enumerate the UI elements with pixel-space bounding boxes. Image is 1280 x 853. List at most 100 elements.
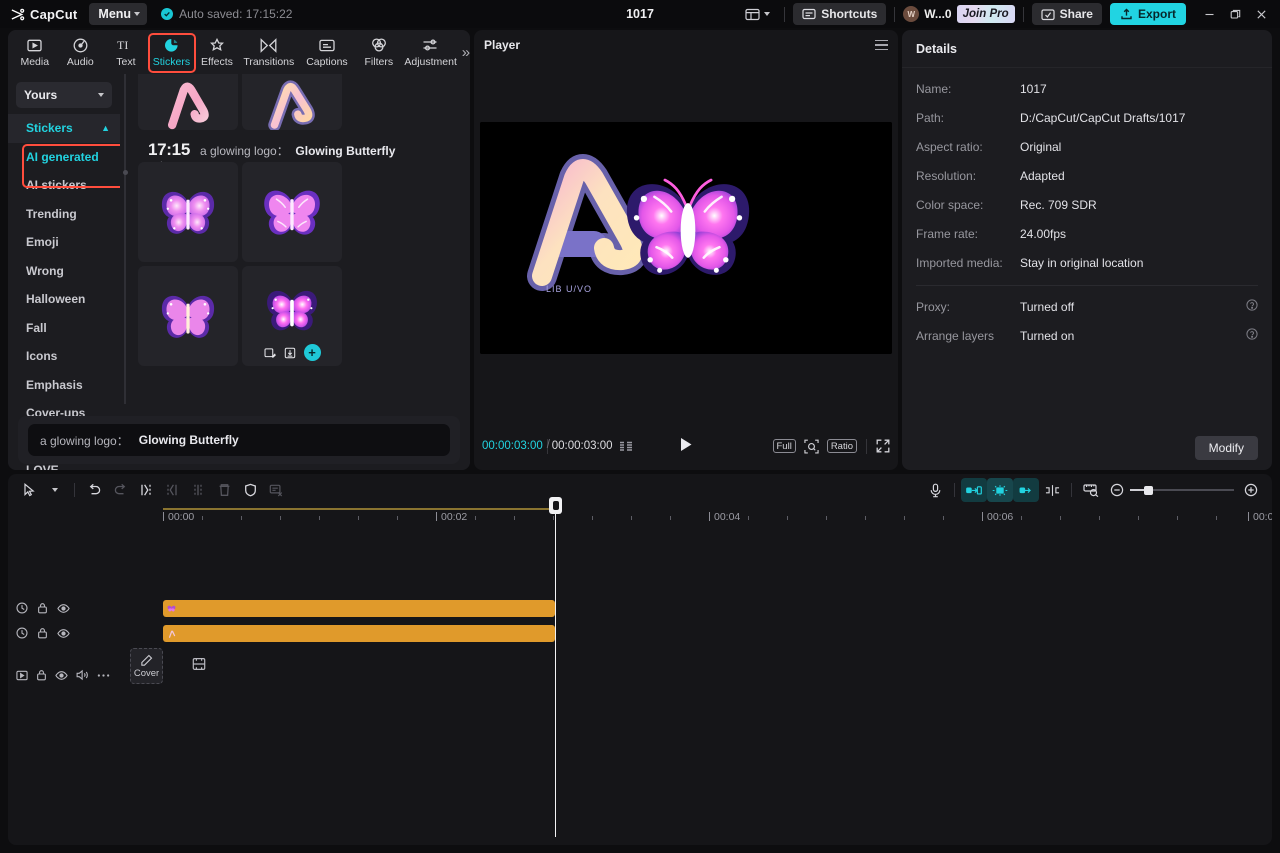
category-fall[interactable]: Fall [8, 314, 120, 343]
eye-icon[interactable] [57, 628, 70, 639]
tab-media[interactable]: Media [12, 32, 58, 72]
playhead-grip[interactable] [549, 497, 562, 514]
share-label: Share [1059, 7, 1093, 21]
sticker-results[interactable]: 17:15 11/04 a glowing logo： Glowing Butt… [120, 74, 470, 470]
lock-icon[interactable] [37, 627, 48, 639]
sticker-thumb-butterfly-2[interactable] [242, 162, 342, 262]
tab-transitions[interactable]: Transitions [240, 32, 298, 72]
layout-switch-button[interactable] [739, 4, 776, 25]
lock-icon[interactable] [37, 602, 48, 614]
tab-filters[interactable]: Filters [356, 32, 402, 72]
volume-icon[interactable] [76, 669, 89, 681]
results-scroll-rail[interactable] [122, 74, 128, 404]
ratio-button[interactable]: Ratio [826, 439, 857, 453]
category-wrong[interactable]: Wrong [8, 257, 120, 286]
category-emoji[interactable]: Emoji [8, 228, 120, 257]
tab-audio[interactable]: Audio [58, 32, 104, 72]
category-trending[interactable]: Trending [8, 200, 120, 229]
zoom-in-icon[interactable] [1238, 478, 1264, 502]
close-button[interactable] [1248, 1, 1274, 27]
keyframe-add-icon[interactable] [987, 478, 1013, 502]
help-icon[interactable] [1246, 328, 1258, 343]
lock-icon[interactable] [36, 669, 47, 681]
source-dropdown[interactable]: Yours [16, 82, 112, 108]
shield-icon[interactable] [237, 478, 263, 502]
sticker-thumb-butterfly-1[interactable] [138, 162, 238, 262]
add-to-timeline-button[interactable]: + [303, 344, 321, 361]
hamburger-icon[interactable] [875, 39, 888, 51]
edit-icon[interactable] [264, 347, 276, 359]
timecode-settings-icon[interactable] [619, 441, 633, 452]
download-icon[interactable] [284, 347, 296, 359]
split-icon[interactable] [185, 478, 211, 502]
detail-row-arrange-layers[interactable]: Arrange layers Turned on [902, 321, 1272, 350]
clock-icon[interactable] [16, 602, 28, 614]
sticker-thumb-logo-a2[interactable] [242, 74, 342, 130]
detail-key: Imported media: [916, 255, 1003, 270]
clip-icon[interactable] [16, 670, 28, 681]
split-right-icon[interactable] [159, 478, 185, 502]
more-icon[interactable] [97, 673, 110, 678]
tab-text[interactable]: TI Text [103, 32, 149, 72]
undo-icon[interactable] [81, 478, 107, 502]
eye-icon[interactable] [57, 603, 70, 614]
category-ai-stickers[interactable]: AI stickers [8, 171, 120, 200]
snap-icon[interactable] [1078, 478, 1104, 502]
clear-icon[interactable] [263, 478, 289, 502]
export-button[interactable]: Export [1109, 3, 1186, 25]
category-ai-generated[interactable]: AI generated [8, 143, 120, 172]
sticker-thumb-butterfly-3[interactable] [138, 266, 238, 366]
current-time[interactable]: 00:00:03:00 [482, 440, 543, 452]
zoom-slider[interactable] [1130, 483, 1234, 497]
table-row[interactable] [163, 600, 555, 617]
timeline-tracks[interactable]: Cover [8, 530, 1272, 845]
more-tools-button[interactable]: » [462, 44, 470, 61]
microphone-icon[interactable] [922, 478, 948, 502]
category-halloween[interactable]: Halloween [8, 285, 120, 314]
select-icon[interactable] [16, 478, 42, 502]
redo-icon[interactable] [107, 478, 133, 502]
tab-captions[interactable]: Captions [298, 32, 356, 72]
detail-row-proxy[interactable]: Proxy: Turned off [902, 292, 1272, 321]
player-stage[interactable]: LIB U/VO [480, 122, 892, 354]
tab-effects[interactable]: Effects [194, 32, 240, 72]
zoom-out-icon[interactable] [1104, 478, 1130, 502]
clock-icon[interactable] [16, 627, 28, 639]
split-left-icon[interactable] [133, 478, 159, 502]
main-track-clip-icon[interactable] [192, 657, 206, 674]
tab-adjustment[interactable]: Adjustment [402, 32, 460, 72]
table-row[interactable] [163, 625, 555, 642]
keyframe-prev-icon[interactable] [961, 478, 987, 502]
media-icon [27, 37, 42, 54]
cover-label: Cover [133, 667, 160, 679]
select-dropdown-icon[interactable] [42, 478, 68, 502]
split-clip-icon[interactable] [1039, 478, 1065, 502]
tab-stickers[interactable]: Stickers [149, 32, 195, 72]
timeline-ruler[interactable]: 00:00 00:02 00:04 00:06 00:08 [8, 506, 1272, 530]
modify-button[interactable]: Modify [1194, 436, 1258, 460]
help-icon[interactable] [1246, 299, 1258, 314]
category-emphasis[interactable]: Emphasis [8, 371, 120, 400]
sticker-thumb-butterfly-4[interactable]: + [242, 266, 342, 366]
magnifier-button[interactable] [804, 439, 819, 454]
menu-button[interactable]: Menu [89, 3, 148, 25]
shortcuts-button[interactable]: Shortcuts [793, 3, 887, 25]
maximize-button[interactable] [1222, 1, 1248, 27]
delete-icon[interactable] [211, 478, 237, 502]
prompt-input[interactable]: a glowing logo： Glowing Butterfly [28, 424, 450, 456]
join-pro-badge[interactable]: Join Pro [956, 5, 1015, 23]
play-button[interactable] [679, 437, 693, 455]
keyframe-next-icon[interactable] [1013, 478, 1039, 502]
account-button[interactable]: W W...0 Join Pro [903, 5, 1015, 23]
share-button[interactable]: Share [1031, 3, 1102, 25]
tab-label: Audio [66, 55, 94, 68]
sticker-thumb-logo-a1[interactable] [138, 74, 238, 130]
cover-button[interactable]: Cover [130, 648, 163, 684]
quality-full-button[interactable]: Full [772, 439, 796, 453]
fullscreen-button[interactable] [876, 439, 890, 453]
eye-icon[interactable] [55, 670, 68, 681]
minimize-button[interactable] [1196, 1, 1222, 27]
category-icons[interactable]: Icons [8, 342, 120, 371]
playhead[interactable] [549, 497, 562, 837]
category-stickers-header[interactable]: Stickers ▲ [8, 114, 120, 143]
